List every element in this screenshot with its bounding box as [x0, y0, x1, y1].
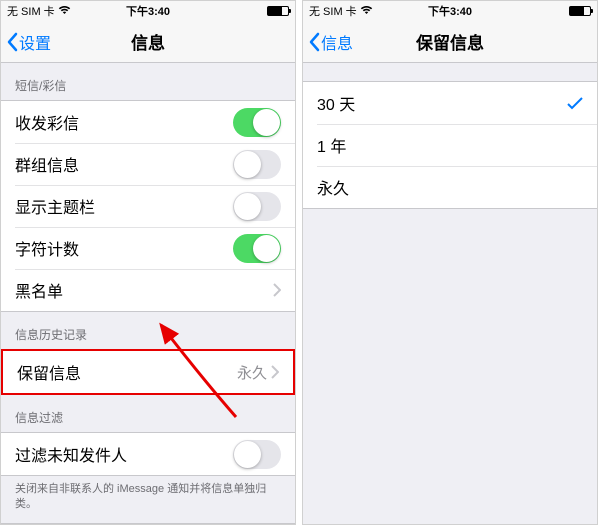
row-low-quality[interactable]: 低质量图像模式 [1, 524, 295, 525]
row-value: 永久 [237, 362, 267, 383]
group-sms: 收发彩信 群组信息 显示主题栏 字符计数 黑名单 [1, 100, 295, 312]
option-label: 30 天 [317, 91, 567, 115]
group-filter: 过滤未知发件人 [1, 432, 295, 476]
row-blacklist[interactable]: 黑名单 [1, 269, 295, 311]
filter-footer: 关闭来自非联系人的 iMessage 通知并将信息单独归类。 [1, 476, 295, 523]
row-keep-messages[interactable]: 保留信息 永久 [3, 351, 293, 393]
switch-filter[interactable] [233, 440, 281, 469]
battery-icon [569, 6, 591, 16]
group-keep-messages: 保留信息 永久 [1, 349, 295, 395]
row-char-count[interactable]: 字符计数 [1, 227, 295, 269]
back-button[interactable]: 设置 [1, 30, 51, 54]
group-lowq: 低质量图像模式 [1, 523, 295, 525]
row-label: 收发彩信 [15, 110, 233, 134]
section-header-history: 信息历史记录 [1, 312, 295, 349]
section-header-sms: 短信/彩信 [1, 63, 295, 100]
back-button[interactable]: 信息 [303, 30, 353, 54]
group-options: 30 天 1 年 永久 [303, 81, 597, 209]
option-label: 永久 [317, 175, 583, 199]
row-mms[interactable]: 收发彩信 [1, 101, 295, 143]
section-header-filter: 信息过滤 [1, 395, 295, 432]
row-label: 显示主题栏 [15, 194, 233, 218]
status-bar: 无 SIM 卡 下午3:40 [1, 1, 295, 21]
switch-subject[interactable] [233, 192, 281, 221]
screen-messages-settings: 无 SIM 卡 下午3:40 设置 信息 短信/彩信 收发彩信 [0, 0, 296, 525]
status-time: 下午3:40 [303, 3, 597, 19]
option-label: 1 年 [317, 133, 583, 157]
row-label: 保留信息 [17, 360, 237, 384]
option-forever[interactable]: 永久 [303, 166, 597, 208]
checkmark-icon [567, 96, 583, 110]
chevron-icon [271, 365, 279, 379]
row-subject-field[interactable]: 显示主题栏 [1, 185, 295, 227]
row-filter-unknown[interactable]: 过滤未知发件人 [1, 433, 295, 475]
switch-mms[interactable] [233, 108, 281, 137]
back-label: 信息 [321, 30, 353, 54]
row-label: 黑名单 [15, 278, 273, 302]
switch-group[interactable] [233, 150, 281, 179]
chevron-icon [273, 283, 281, 297]
option-1-year[interactable]: 1 年 [303, 124, 597, 166]
nav-bar: 设置 信息 [1, 21, 295, 63]
option-30-days[interactable]: 30 天 [303, 82, 597, 124]
back-label: 设置 [19, 30, 51, 54]
status-time: 下午3:40 [1, 3, 295, 19]
row-label: 过滤未知发件人 [15, 442, 233, 466]
row-label: 群组信息 [15, 152, 233, 176]
nav-bar: 信息 保留信息 [303, 21, 597, 63]
status-bar: 无 SIM 卡 下午3:40 [303, 1, 597, 21]
switch-charcount[interactable] [233, 234, 281, 263]
screen-keep-messages: 无 SIM 卡 下午3:40 信息 保留信息 30 天 [302, 0, 598, 525]
row-label: 字符计数 [15, 236, 233, 260]
row-group-messages[interactable]: 群组信息 [1, 143, 295, 185]
battery-icon [267, 6, 289, 16]
